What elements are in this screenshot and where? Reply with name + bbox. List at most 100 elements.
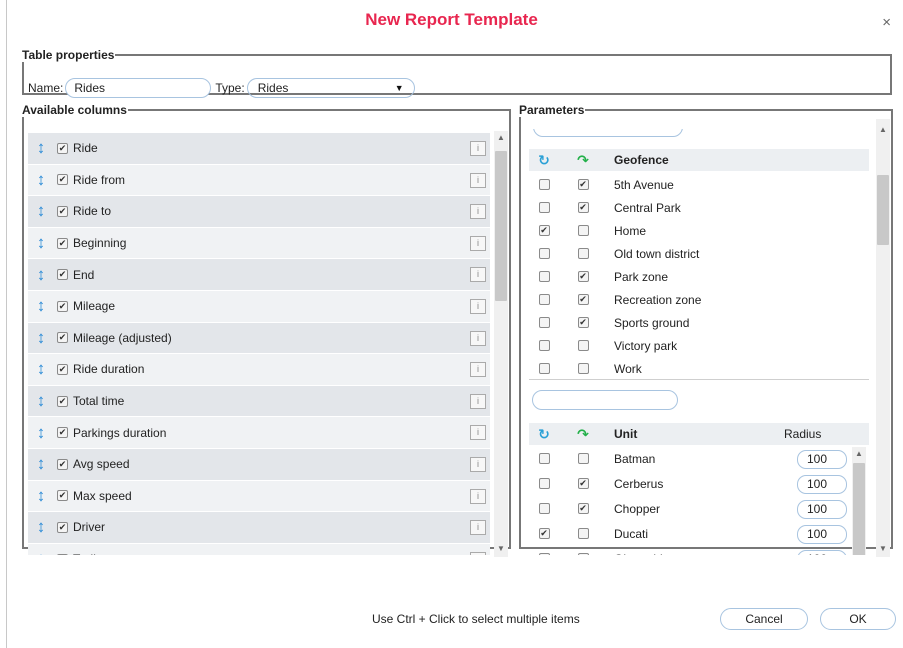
info-icon[interactable]: i: [470, 362, 486, 378]
geofence-checkbox-b[interactable]: [577, 248, 589, 259]
reorder-arrow-icon[interactable]: ↕: [30, 549, 52, 555]
rotate-down-icon[interactable]: ↷: [573, 426, 593, 443]
column-checkbox[interactable]: [57, 332, 68, 344]
cancel-button[interactable]: Cancel: [720, 608, 808, 630]
geofence-checkbox-a[interactable]: [538, 317, 550, 328]
column-row[interactable]: ↕ Mileage (adjusted) i: [28, 322, 490, 355]
reorder-arrow-icon[interactable]: ↕: [30, 296, 52, 316]
geofence-row[interactable]: Central Park: [529, 196, 869, 219]
column-checkbox[interactable]: [57, 205, 68, 217]
column-row[interactable]: ↕ Parkings duration i: [28, 417, 490, 449]
info-icon[interactable]: i: [470, 235, 486, 251]
geofence-checkbox-b[interactable]: [577, 363, 589, 374]
info-icon[interactable]: i: [470, 393, 486, 409]
column-row[interactable]: ↕ Max speed i: [28, 480, 490, 513]
column-checkbox[interactable]: [57, 237, 68, 249]
reorder-arrow-icon[interactable]: ↕: [30, 517, 52, 537]
radius-input[interactable]: 100: [797, 550, 847, 555]
geofence-checkbox-a[interactable]: [538, 248, 550, 259]
column-checkbox[interactable]: [57, 395, 68, 407]
radius-input[interactable]: 100: [797, 450, 847, 469]
parameters-scroll-thumb[interactable]: [877, 175, 889, 245]
column-row[interactable]: ↕ Avg speed i: [28, 448, 490, 481]
geofence-checkbox-a[interactable]: [538, 271, 550, 282]
type-select[interactable]: Rides ▼: [246, 78, 415, 98]
unit-checkbox-b[interactable]: [577, 478, 589, 489]
unit-checkbox-b[interactable]: [577, 553, 589, 555]
geofence-checkbox-b[interactable]: [577, 294, 589, 305]
unit-row[interactable]: Ducati 100: [529, 522, 869, 545]
geofence-checkbox-a[interactable]: [538, 363, 550, 374]
unit-scroll-thumb[interactable]: [853, 463, 865, 555]
close-icon[interactable]: ×: [882, 14, 891, 31]
column-checkbox[interactable]: [57, 458, 68, 470]
scroll-down-icon[interactable]: ▼: [876, 544, 890, 553]
column-checkbox[interactable]: [57, 142, 68, 154]
info-icon[interactable]: i: [470, 204, 486, 220]
column-checkbox[interactable]: [57, 427, 68, 439]
columns-scrollbar[interactable]: ▲ ▼: [494, 131, 508, 557]
column-row[interactable]: ↕ Mileage i: [28, 290, 490, 323]
geofence-checkbox-b[interactable]: [577, 271, 589, 282]
column-row[interactable]: ↕ Ride from i: [28, 164, 490, 197]
unit-scrollbar[interactable]: ▲: [852, 447, 866, 555]
geofence-checkbox-a[interactable]: [538, 340, 550, 351]
unit-checkbox-b[interactable]: [577, 503, 589, 514]
name-input[interactable]: [65, 78, 212, 98]
parameters-scrollbar[interactable]: ▲ ▼: [876, 119, 890, 557]
geofence-row[interactable]: Work: [529, 357, 869, 380]
ok-button[interactable]: OK: [820, 608, 896, 630]
unit-search-input[interactable]: [532, 390, 678, 410]
geofence-checkbox-b[interactable]: [577, 179, 589, 190]
unit-checkbox-a[interactable]: [538, 453, 550, 464]
column-checkbox[interactable]: [57, 300, 68, 312]
radius-input[interactable]: 100: [797, 500, 847, 519]
column-row[interactable]: ↕ Total time i: [28, 385, 490, 418]
scroll-up-icon[interactable]: ▲: [876, 125, 890, 134]
rotate-right-icon[interactable]: ↻: [534, 426, 554, 443]
column-row[interactable]: ↕ Beginning i: [28, 227, 490, 260]
geofence-row[interactable]: Park zone: [529, 265, 869, 288]
info-icon[interactable]: i: [470, 172, 486, 188]
unit-checkbox-b[interactable]: [577, 453, 589, 464]
radius-input[interactable]: 100: [797, 525, 847, 544]
reorder-arrow-icon[interactable]: ↕: [30, 391, 52, 411]
unit-checkbox-b[interactable]: [577, 528, 589, 539]
geofence-checkbox-a[interactable]: [538, 225, 550, 236]
rotate-right-icon[interactable]: ↻: [534, 152, 554, 169]
info-icon[interactable]: i: [470, 298, 486, 314]
column-checkbox[interactable]: [57, 553, 68, 555]
reorder-arrow-icon[interactable]: ↕: [30, 233, 52, 253]
reorder-arrow-icon[interactable]: ↕: [30, 359, 52, 379]
geofence-row[interactable]: Old town district: [529, 242, 869, 265]
column-row[interactable]: ↕ Ride duration i: [28, 354, 490, 386]
geofence-row[interactable]: Sports ground: [529, 311, 869, 334]
info-icon[interactable]: i: [470, 520, 486, 536]
info-icon[interactable]: i: [470, 141, 486, 156]
column-checkbox[interactable]: [57, 363, 68, 375]
info-icon[interactable]: i: [470, 267, 486, 283]
reorder-arrow-icon[interactable]: ↕: [30, 328, 52, 348]
column-row[interactable]: ↕ Driver i: [28, 512, 490, 544]
info-icon[interactable]: i: [470, 551, 486, 555]
scroll-up-icon[interactable]: ▲: [852, 449, 866, 458]
column-checkbox[interactable]: [57, 174, 68, 186]
unit-row[interactable]: Cerberus 100: [529, 472, 869, 495]
geofence-row[interactable]: Home: [529, 219, 869, 242]
unit-row[interactable]: Batman 100: [529, 447, 869, 470]
columns-scroll-thumb[interactable]: [495, 151, 507, 301]
scroll-up-icon[interactable]: ▲: [494, 133, 508, 142]
geofence-search-input[interactable]: [533, 129, 683, 137]
column-checkbox[interactable]: [57, 269, 68, 281]
reorder-arrow-icon[interactable]: ↕: [30, 486, 52, 506]
info-icon[interactable]: i: [470, 330, 486, 346]
unit-row[interactable]: Ghost rider 100: [529, 547, 869, 555]
unit-checkbox-a[interactable]: [538, 478, 550, 489]
info-icon[interactable]: i: [470, 456, 486, 472]
geofence-checkbox-b[interactable]: [577, 340, 589, 351]
column-checkbox[interactable]: [57, 521, 68, 533]
geofence-row[interactable]: Victory park: [529, 334, 869, 357]
reorder-arrow-icon[interactable]: ↕: [30, 201, 52, 221]
unit-checkbox-a[interactable]: [538, 503, 550, 514]
geofence-row[interactable]: 5th Avenue: [529, 173, 869, 196]
